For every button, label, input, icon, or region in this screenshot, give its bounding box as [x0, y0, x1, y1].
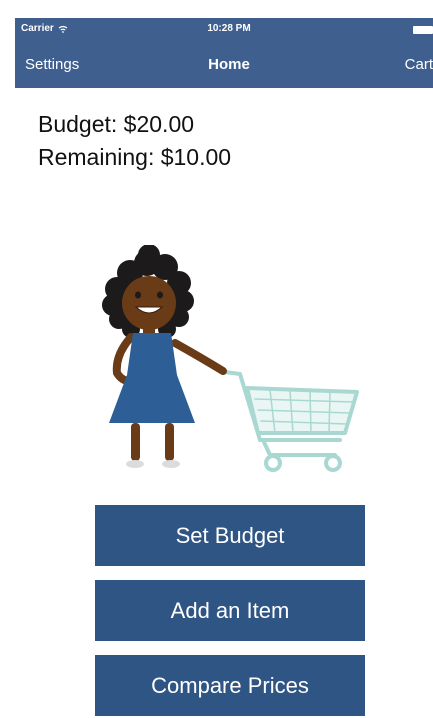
navigation-bar: Carrier 10:28 PM Settings Home Cart — [15, 18, 433, 88]
compare-prices-button[interactable]: Compare Prices — [95, 655, 365, 716]
cart-nav-button[interactable]: Cart — [405, 56, 433, 73]
app-screen: Carrier 10:28 PM Settings Home Cart Budg… — [0, 0, 433, 718]
page-title: Home — [208, 56, 250, 73]
budget-label: Budget: $20.00 — [38, 111, 195, 137]
girl-with-shopping-cart-illustration — [102, 245, 359, 472]
status-bar: Carrier 10:28 PM — [15, 18, 433, 40]
set-budget-button[interactable]: Set Budget — [95, 505, 365, 566]
add-item-button[interactable]: Add an Item — [95, 580, 365, 641]
girl-figure — [102, 245, 227, 468]
battery-icon — [413, 26, 433, 34]
nav-row: Settings Home Cart — [15, 56, 433, 80]
budget-summary: Budget: $20.00 Remaining: $10.00 — [38, 108, 231, 174]
status-time: 10:28 PM — [207, 23, 251, 34]
remaining-label: Remaining: $10.00 — [38, 144, 232, 170]
shopping-cart-icon — [223, 370, 359, 472]
